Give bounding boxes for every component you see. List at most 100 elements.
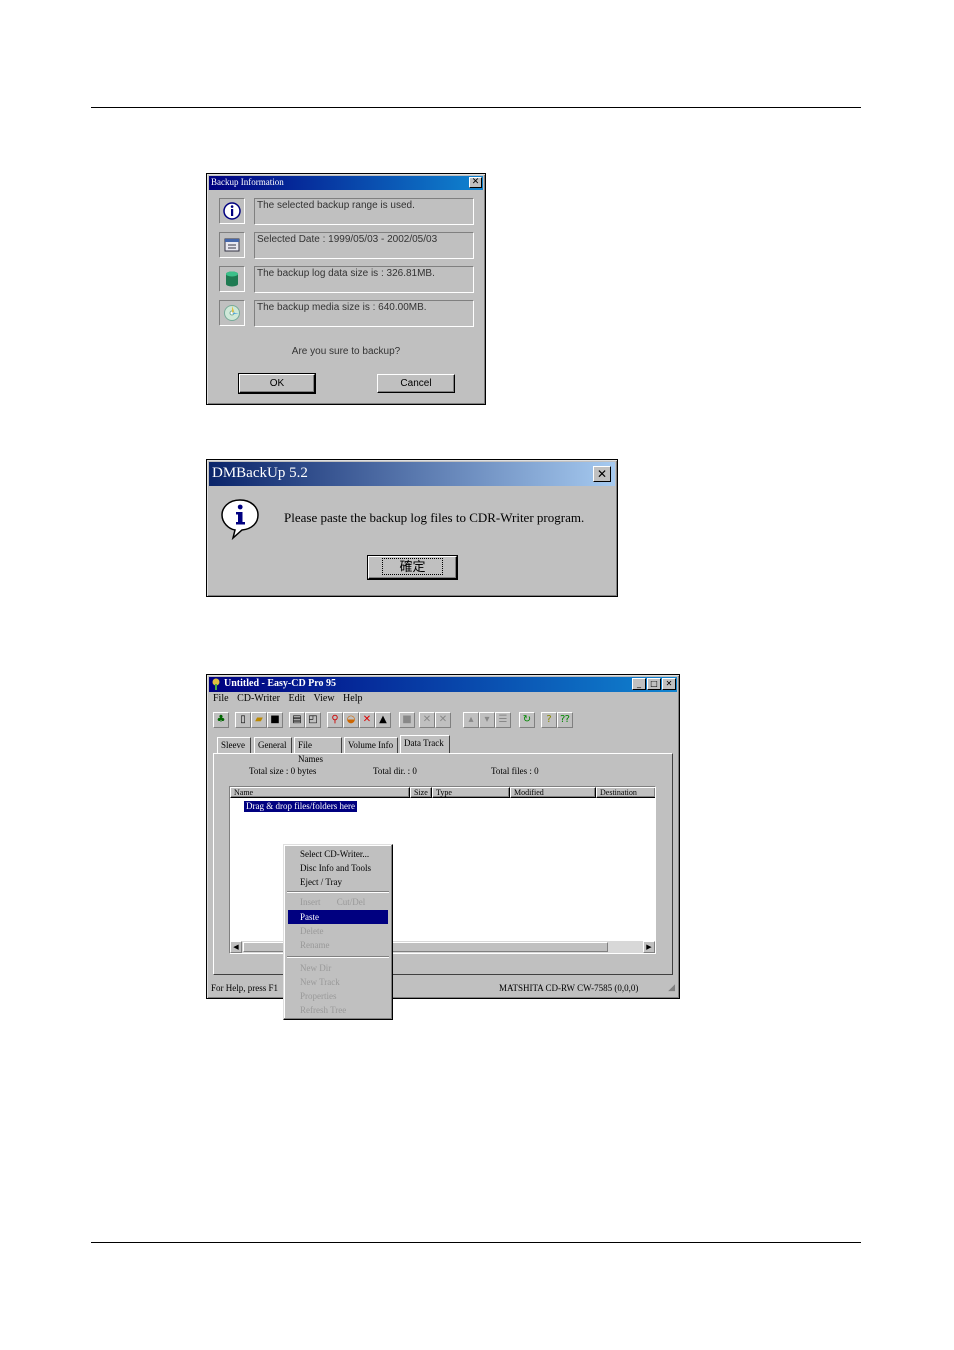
menu-cd-writer[interactable]: CD-Writer — [237, 693, 280, 704]
tab-data-track[interactable]: Data Track — [400, 735, 450, 753]
bottom-rule — [91, 1242, 861, 1243]
column-modified[interactable]: Modified — [510, 787, 596, 798]
maximize-icon: □ — [650, 679, 658, 688]
selected-date-text: Selected Date : 1999/05/03 - 2002/05/03 — [254, 232, 474, 259]
total-files: Total files : 0 — [491, 766, 539, 776]
menu-edit[interactable]: Edit — [288, 693, 305, 704]
find-button[interactable]: ⚲ — [327, 712, 343, 728]
move-up-button[interactable]: ▴ — [463, 712, 479, 728]
cut-button[interactable]: ✕ — [419, 712, 435, 728]
menu-delete[interactable]: Delete — [288, 924, 388, 938]
list-header: Name Size Type Modified Destination — [230, 787, 655, 798]
delete-icon: ✕ — [362, 714, 372, 725]
new-file-icon: ▯ — [240, 714, 246, 725]
new-button[interactable]: ▯ — [235, 712, 251, 728]
menu-help[interactable]: Help — [343, 693, 362, 704]
backup-range-text: The selected backup range is used. — [254, 198, 474, 225]
eject-button[interactable]: ▲ — [375, 712, 391, 728]
calendar-icon — [224, 238, 240, 252]
backup-information-dialog: Backup Information ✕ The selected backup… — [206, 173, 486, 405]
close-button[interactable]: ✕ — [593, 466, 611, 482]
menu-properties[interactable]: Properties — [288, 989, 388, 1003]
print-button[interactable]: ▤ — [289, 712, 305, 728]
title-bar: DMBackUp 5.2 ✕ — [209, 462, 615, 486]
confirm-question: Are you sure to backup? — [291, 346, 401, 357]
tab-sleeve[interactable]: Sleeve — [217, 737, 251, 753]
menu-new-track[interactable]: New Track — [288, 975, 388, 989]
refresh-button[interactable]: ↻ — [519, 712, 535, 728]
context-help-button[interactable]: ⁇ — [557, 712, 573, 728]
window-title: Untitled - Easy-CD Pro 95 — [224, 678, 337, 689]
tab-volume-info[interactable]: Volume Info — [344, 737, 398, 753]
app-icon — [212, 678, 220, 690]
menu-view[interactable]: View — [313, 693, 334, 704]
message-text: Please paste the backup log files to CDR… — [284, 510, 585, 525]
arrow-right-icon: ▶ — [646, 943, 652, 951]
help-button[interactable]: ? — [541, 712, 557, 728]
wizard-icon: ♣ — [216, 714, 226, 725]
column-size[interactable]: Size — [410, 787, 432, 798]
tab-general[interactable]: General — [254, 737, 292, 753]
cancel-button[interactable]: Cancel — [377, 374, 455, 393]
close-button[interactable]: ✕ — [662, 678, 676, 690]
delete-button[interactable]: ✕ — [359, 712, 375, 728]
log-data-size-text: The backup log data size is : 326.81MB. — [254, 266, 474, 293]
help-icon: ? — [546, 714, 552, 725]
context-menu: Select CD-Writer... Disc Info and Tools … — [283, 844, 393, 1020]
menu-select-cd-writer[interactable]: Select CD-Writer... — [288, 847, 388, 861]
print-preview-icon: ◰ — [308, 714, 318, 725]
context-help-icon: ⁇ — [560, 714, 570, 725]
refresh-icon: ↻ — [522, 714, 532, 725]
top-rule — [91, 107, 861, 108]
column-destination[interactable]: Destination — [596, 787, 655, 798]
ok-button-label: 確定 — [382, 558, 443, 575]
scroll-right-button[interactable]: ▶ — [643, 941, 655, 953]
open-button[interactable]: ▰ — [251, 712, 267, 728]
total-size: Total size : 0 bytes — [249, 766, 317, 776]
dialog-title: DMBackUp 5.2 — [212, 465, 308, 481]
menu-insert[interactable]: Insert — [300, 897, 321, 907]
wizard-button[interactable]: ♣ — [213, 712, 229, 728]
status-bar: For Help, press F1 MATSHITA CD-RW CW-758… — [209, 982, 677, 996]
menu-file[interactable]: File — [213, 693, 229, 704]
close-icon: ✕ — [665, 679, 673, 688]
write-cd-icon: ◒ — [346, 714, 356, 725]
scroll-left-button[interactable]: ◀ — [230, 941, 242, 953]
resize-grip-icon[interactable]: ◢ — [668, 982, 675, 993]
menu-eject-tray[interactable]: Eject / Tray — [288, 875, 388, 889]
menu-new-dir[interactable]: New Dir — [288, 961, 388, 975]
column-type[interactable]: Type — [432, 787, 510, 798]
ok-button[interactable]: OK — [238, 373, 316, 394]
tab-strip: Sleeve General File Names Volume Info Da… — [217, 735, 657, 764]
tab-file-names[interactable]: File Names — [294, 737, 342, 764]
menu-bar: File CD-Writer Edit View Help — [213, 693, 363, 704]
title-bar: Untitled - Easy-CD Pro 95 _ □ ✕ — [209, 677, 677, 692]
maximize-button[interactable]: □ — [647, 678, 661, 690]
dmbackup-dialog: DMBackUp 5.2 ✕ Please paste the backup l… — [206, 459, 618, 597]
cd-media-icon-box — [219, 300, 245, 326]
toolbar: ♣ ▯ ▰ ■ ▤ ◰ ⚲ ◒ ✕ ▲ ■ ✕ ✕ ▴ ▾ ☰ ↻ ? ⁇ — [213, 712, 673, 730]
column-name[interactable]: Name — [230, 787, 410, 798]
close-button[interactable]: ✕ — [469, 177, 482, 188]
arrow-up-icon: ▴ — [468, 714, 474, 725]
write-button[interactable]: ◒ — [343, 712, 359, 728]
menu-paste[interactable]: Paste — [288, 910, 388, 924]
save-button[interactable]: ■ — [267, 712, 283, 728]
menu-cut-del[interactable]: Cut/Del — [337, 897, 366, 907]
cd-media-icon — [224, 305, 240, 321]
minimize-button[interactable]: _ — [632, 678, 646, 690]
status-help-text: For Help, press F1 — [211, 983, 278, 993]
stop-button[interactable]: ■ — [399, 712, 415, 728]
print-preview-button[interactable]: ◰ — [305, 712, 321, 728]
media-size-text: The backup media size is : 640.00MB. — [254, 300, 474, 327]
menu-rename[interactable]: Rename — [288, 938, 388, 952]
database-icon — [226, 271, 238, 287]
menu-refresh-tree[interactable]: Refresh Tree — [288, 1003, 388, 1017]
menu-disc-info-and-tools[interactable]: Disc Info and Tools — [288, 861, 388, 875]
remove-button[interactable]: ✕ — [435, 712, 451, 728]
list-button[interactable]: ☰ — [495, 712, 511, 728]
ok-button[interactable]: 確定 — [367, 555, 458, 580]
drop-hint: Drag & drop files/folders here — [244, 801, 357, 812]
title-bar: Backup Information ✕ — [209, 176, 483, 190]
move-down-button[interactable]: ▾ — [479, 712, 495, 728]
